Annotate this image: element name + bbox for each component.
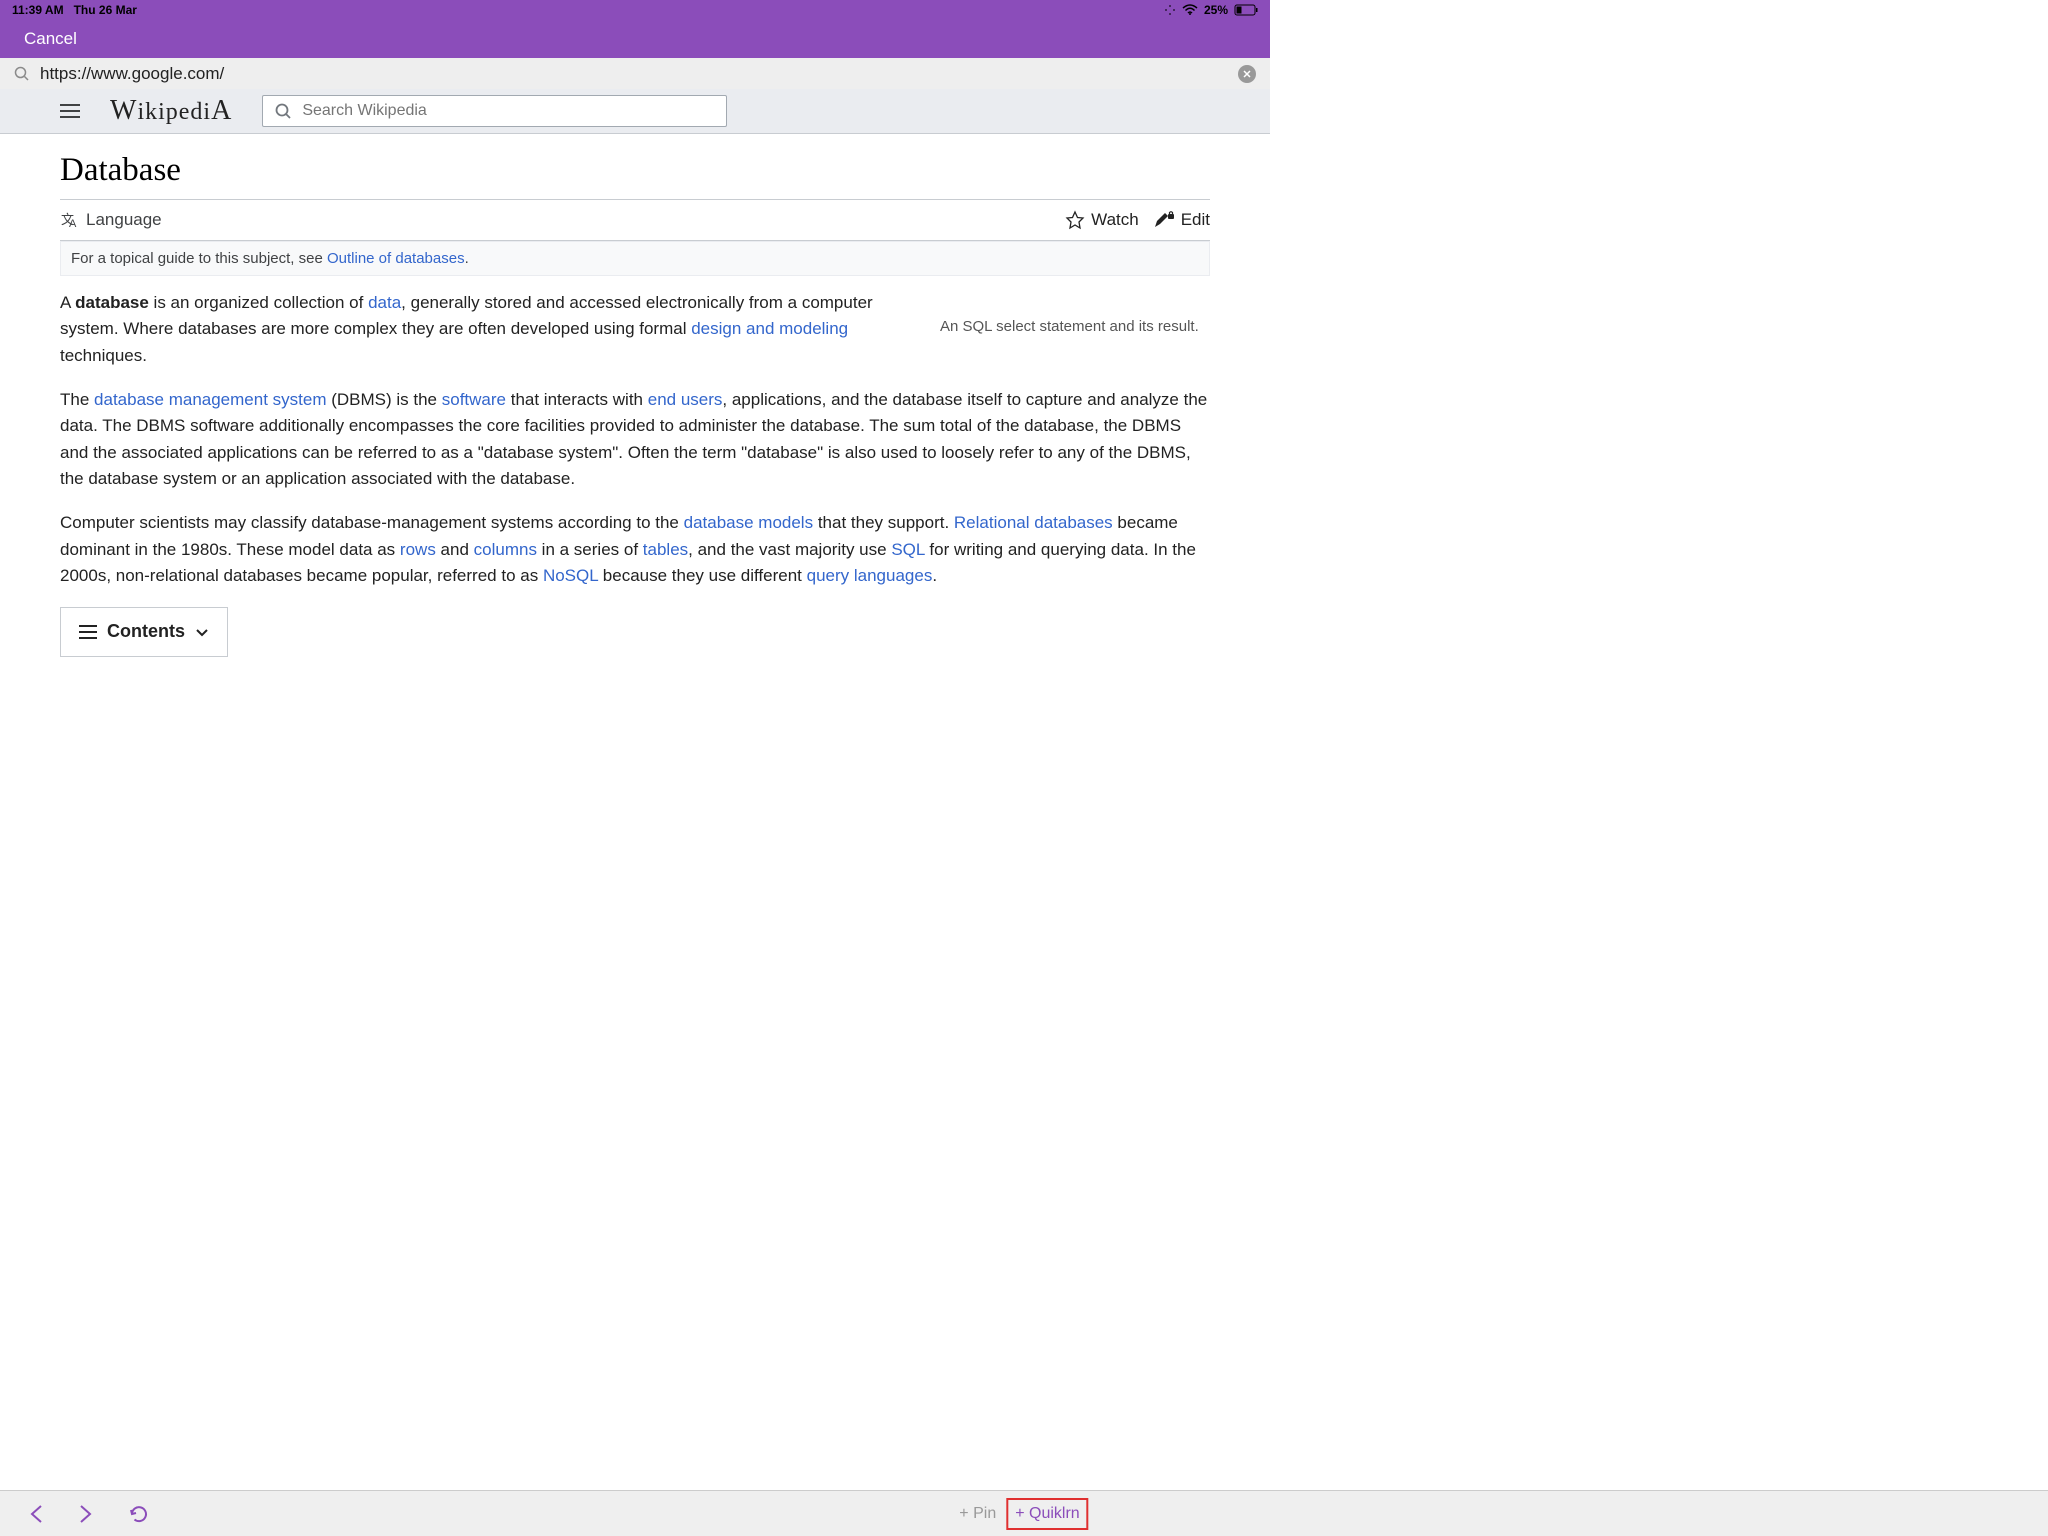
battery-icon [1234,4,1258,16]
contents-label: Contents [107,618,185,646]
link-tables[interactable]: tables [643,540,688,559]
hamburger-icon[interactable] [60,104,80,118]
wiki-header: WikipediA [0,89,1270,134]
svg-text:A: A [69,218,77,230]
wiki-search-box[interactable] [262,95,727,127]
url-bar [0,58,1270,89]
back-button[interactable] [28,1502,44,1526]
paragraph-2: The database management system (DBMS) is… [60,387,1210,492]
cancel-button[interactable]: Cancel [24,29,77,49]
article-body: A database is an organized collection of… [60,290,1210,657]
bottom-toolbar: + Pin + Quiklrn [0,1490,2048,1536]
figure-caption: An SQL select statement and its result. [940,290,1210,387]
link-dbms[interactable]: database management system [94,390,326,409]
link-relational-databases[interactable]: Relational databases [954,513,1113,532]
hatnote-link[interactable]: Outline of databases [327,250,465,267]
link-query-languages[interactable]: query languages [807,566,933,585]
link-data[interactable]: data [368,293,401,312]
edit-label: Edit [1181,210,1210,230]
quiklrn-button[interactable]: + Quiklrn [1006,1498,1088,1530]
link-sql[interactable]: SQL [891,540,924,559]
watch-button[interactable]: Watch [1065,210,1139,230]
app-header: Cancel [0,20,1270,58]
edit-lock-icon [1153,210,1175,230]
pin-button[interactable]: + Pin [959,1505,996,1523]
wiki-search-input[interactable] [302,102,714,120]
watch-label: Watch [1091,210,1139,230]
link-software[interactable]: software [442,390,506,409]
link-nosql[interactable]: NoSQL [543,566,598,585]
link-database-models[interactable]: database models [684,513,813,532]
link-columns[interactable]: columns [474,540,537,559]
loading-icon [1164,4,1176,16]
search-icon [275,103,292,120]
language-icon: 文A [60,210,80,230]
wifi-icon [1182,4,1198,16]
reload-button[interactable] [128,1503,150,1525]
clear-icon[interactable] [1238,65,1256,83]
url-input[interactable] [40,64,1228,84]
action-bar: 文A Language Watch Edit [60,210,1210,241]
forward-button[interactable] [78,1502,94,1526]
status-bar: 11:39 AM Thu 26 Mar 25% [0,0,1270,20]
search-icon [14,66,30,82]
link-design-modeling[interactable]: design and modeling [691,319,848,338]
contents-toggle[interactable]: Contents [60,607,228,657]
contents-ham-icon [79,625,97,639]
wikipedia-logo[interactable]: WikipediA [110,95,232,127]
link-rows[interactable]: rows [400,540,436,559]
link-end-users[interactable]: end users [648,390,723,409]
paragraph-3: Computer scientists may classify databas… [60,510,1210,589]
chevron-down-icon [195,625,209,639]
language-button[interactable]: 文A Language [60,210,162,230]
battery-percent: 25% [1204,3,1228,17]
content-area: Database 文A Language Watch Edit For a to… [0,134,1270,657]
edit-button[interactable]: Edit [1153,210,1210,230]
hatnote: For a topical guide to this subject, see… [60,241,1210,276]
paragraph-1: A database is an organized collection of… [60,290,920,369]
page-title: Database [60,152,1210,200]
star-icon [1065,210,1085,230]
status-time: 11:39 AM [12,3,64,17]
status-date: Thu 26 Mar [74,3,137,17]
language-label: Language [86,210,162,230]
